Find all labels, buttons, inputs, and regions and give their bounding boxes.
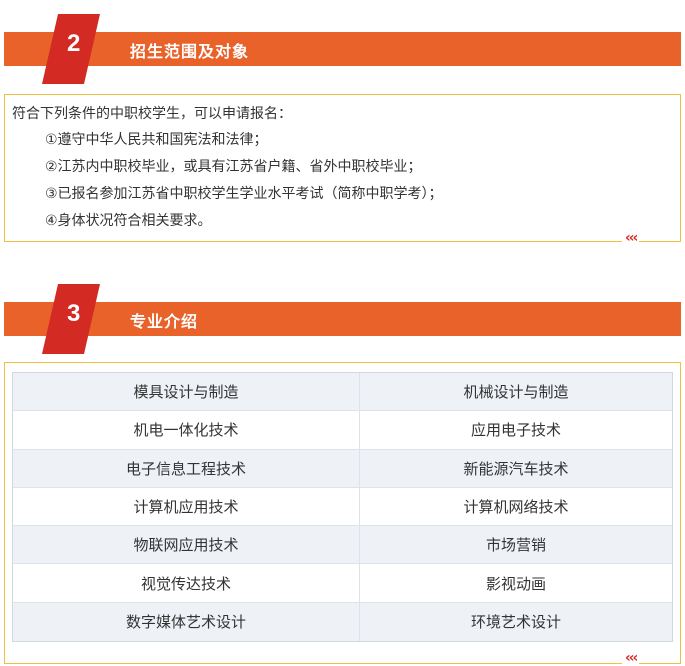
major-cell: 计算机网络技术 (360, 487, 672, 527)
major-cell: 视觉传达技术 (13, 564, 360, 603)
eligibility-item: ④身体状况符合相关要求。 (45, 213, 212, 229)
majors-table: 模具设计与制造 机械设计与制造 机电一体化技术 应用电子技术 电子信息工程技术 … (12, 372, 673, 642)
eligibility-item: ①遵守中华人民共和国宪法和法律； (45, 132, 268, 148)
eligibility-item: ③已报名参加江苏省中职校学生学业水平考试（简称中职学考）； (45, 186, 443, 202)
major-cell: 数字媒体艺术设计 (13, 602, 360, 641)
major-cell: 影视动画 (360, 564, 672, 603)
section-3-header (4, 302, 681, 336)
major-cell: 计算机应用技术 (13, 487, 360, 527)
major-cell: 机电一体化技术 (13, 411, 360, 450)
major-cell: 环境艺术设计 (360, 602, 672, 641)
section-3-number: 3 (67, 300, 81, 327)
major-cell: 市场营销 (360, 526, 672, 565)
major-cell: 电子信息工程技术 (13, 449, 360, 488)
section-2-header (4, 32, 681, 66)
major-cell: 应用电子技术 (360, 411, 672, 450)
eligibility-item: ②江苏内中职校毕业，或具有江苏省户籍、省外中职校毕业； (45, 159, 422, 175)
chevron-left-icon: ‹‹‹ (622, 650, 640, 666)
section-2-title: 招生范围及对象 (130, 42, 250, 61)
section-2-number: 2 (67, 30, 81, 57)
major-cell: 机械设计与制造 (360, 373, 672, 412)
section-3-title: 专业介绍 (130, 312, 199, 331)
eligibility-intro: 符合下列条件的中职校学生，可以申请报名： (12, 106, 292, 122)
major-cell: 新能源汽车技术 (360, 449, 672, 488)
chevron-left-icon: ‹‹‹ (622, 230, 640, 246)
major-cell: 物联网应用技术 (13, 526, 360, 565)
major-cell: 模具设计与制造 (13, 373, 360, 412)
